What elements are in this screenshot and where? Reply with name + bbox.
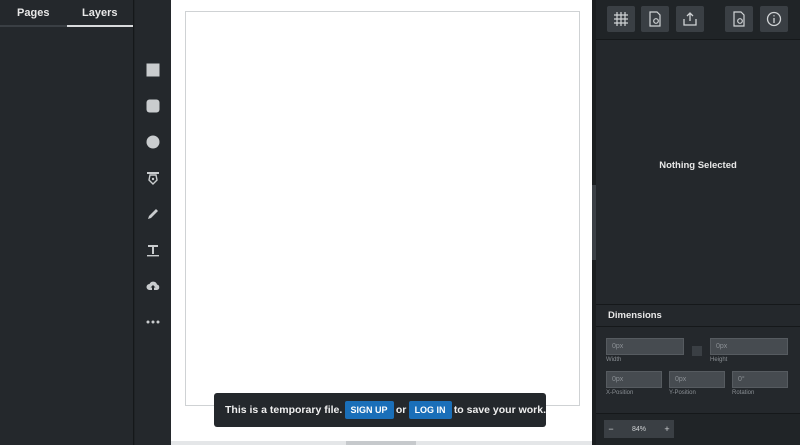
horizontal-scrollbar[interactable]: [171, 441, 592, 445]
notice-or-text: or: [395, 404, 407, 416]
tab-layers[interactable]: Layers: [66, 0, 133, 27]
height-field[interactable]: 0px: [710, 338, 788, 355]
height-label: Height: [710, 357, 728, 363]
notice-text-end: to save your work.: [453, 404, 547, 416]
editor-app: Pages Layers Nothing Selected Dimensions…: [0, 0, 800, 445]
pen-nib-icon: [147, 172, 159, 185]
zoom-out-button[interactable]: −: [604, 424, 618, 434]
tools-column: [135, 0, 171, 445]
rotation-field[interactable]: 0°: [732, 371, 788, 388]
nothing-selected-label: Nothing Selected: [659, 160, 737, 171]
rounded-rectangle-tool[interactable]: [144, 97, 162, 115]
width-field[interactable]: 0px: [606, 338, 684, 355]
grid-icon: [614, 12, 628, 26]
text-icon: [147, 245, 159, 257]
panel-tabs: Pages Layers: [0, 0, 133, 27]
more-tools[interactable]: [144, 313, 162, 331]
export-button[interactable]: [676, 6, 704, 32]
page-settings-button[interactable]: [641, 6, 669, 32]
document-settings-button[interactable]: [725, 6, 753, 32]
rectangle-tool[interactable]: [144, 61, 162, 79]
left-panel: Pages Layers: [0, 0, 134, 445]
notice-text-start: This is a temporary file.: [225, 404, 343, 416]
x-position-label: X-Position: [606, 390, 634, 396]
pen-tool[interactable]: [144, 169, 162, 187]
horizontal-scroll-thumb[interactable]: [346, 441, 416, 445]
ellipsis-icon: [146, 320, 160, 324]
tab-pages[interactable]: Pages: [0, 0, 67, 25]
pencil-tool[interactable]: [144, 205, 162, 223]
width-label: Width: [606, 357, 622, 363]
canvas-area[interactable]: [171, 0, 592, 445]
log-in-button[interactable]: LOG IN: [408, 401, 452, 419]
grid-button[interactable]: [607, 6, 635, 32]
sign-up-button[interactable]: SIGN UP: [344, 401, 394, 419]
rounded-square-icon: [146, 99, 160, 113]
circle-icon: [146, 135, 160, 149]
info-button[interactable]: [760, 6, 788, 32]
inspector-toolbar: [596, 0, 800, 40]
inspector-panel: Nothing Selected Dimensions 0px Width 0p…: [596, 0, 800, 445]
share-icon: [683, 12, 697, 26]
rotation-label: Rotation: [732, 390, 755, 396]
temporary-file-notice: This is a temporary file. SIGN UP or LOG…: [214, 393, 546, 427]
pencil-icon: [148, 209, 158, 219]
zoom-control: − 84% +: [604, 420, 674, 438]
document-gear-icon: [733, 11, 745, 27]
x-position-field[interactable]: 0px: [606, 371, 662, 388]
square-icon: [146, 63, 160, 77]
y-position-label: Y-Position: [669, 390, 696, 396]
ellipse-tool[interactable]: [144, 133, 162, 151]
text-tool[interactable]: [144, 241, 162, 259]
cloud-upload-icon: [146, 281, 160, 290]
zoom-value: 84%: [631, 425, 646, 433]
dimensions-title: Dimensions: [596, 305, 800, 327]
zoom-bar: − 84% +: [596, 413, 800, 445]
info-icon: [766, 11, 782, 27]
zoom-in-button[interactable]: +: [660, 424, 674, 434]
y-position-field[interactable]: 0px: [669, 371, 725, 388]
page-gear-icon: [649, 11, 661, 27]
artboard[interactable]: [185, 11, 580, 406]
aspect-lock-icon[interactable]: [692, 346, 702, 356]
upload-tool[interactable]: [144, 277, 162, 295]
